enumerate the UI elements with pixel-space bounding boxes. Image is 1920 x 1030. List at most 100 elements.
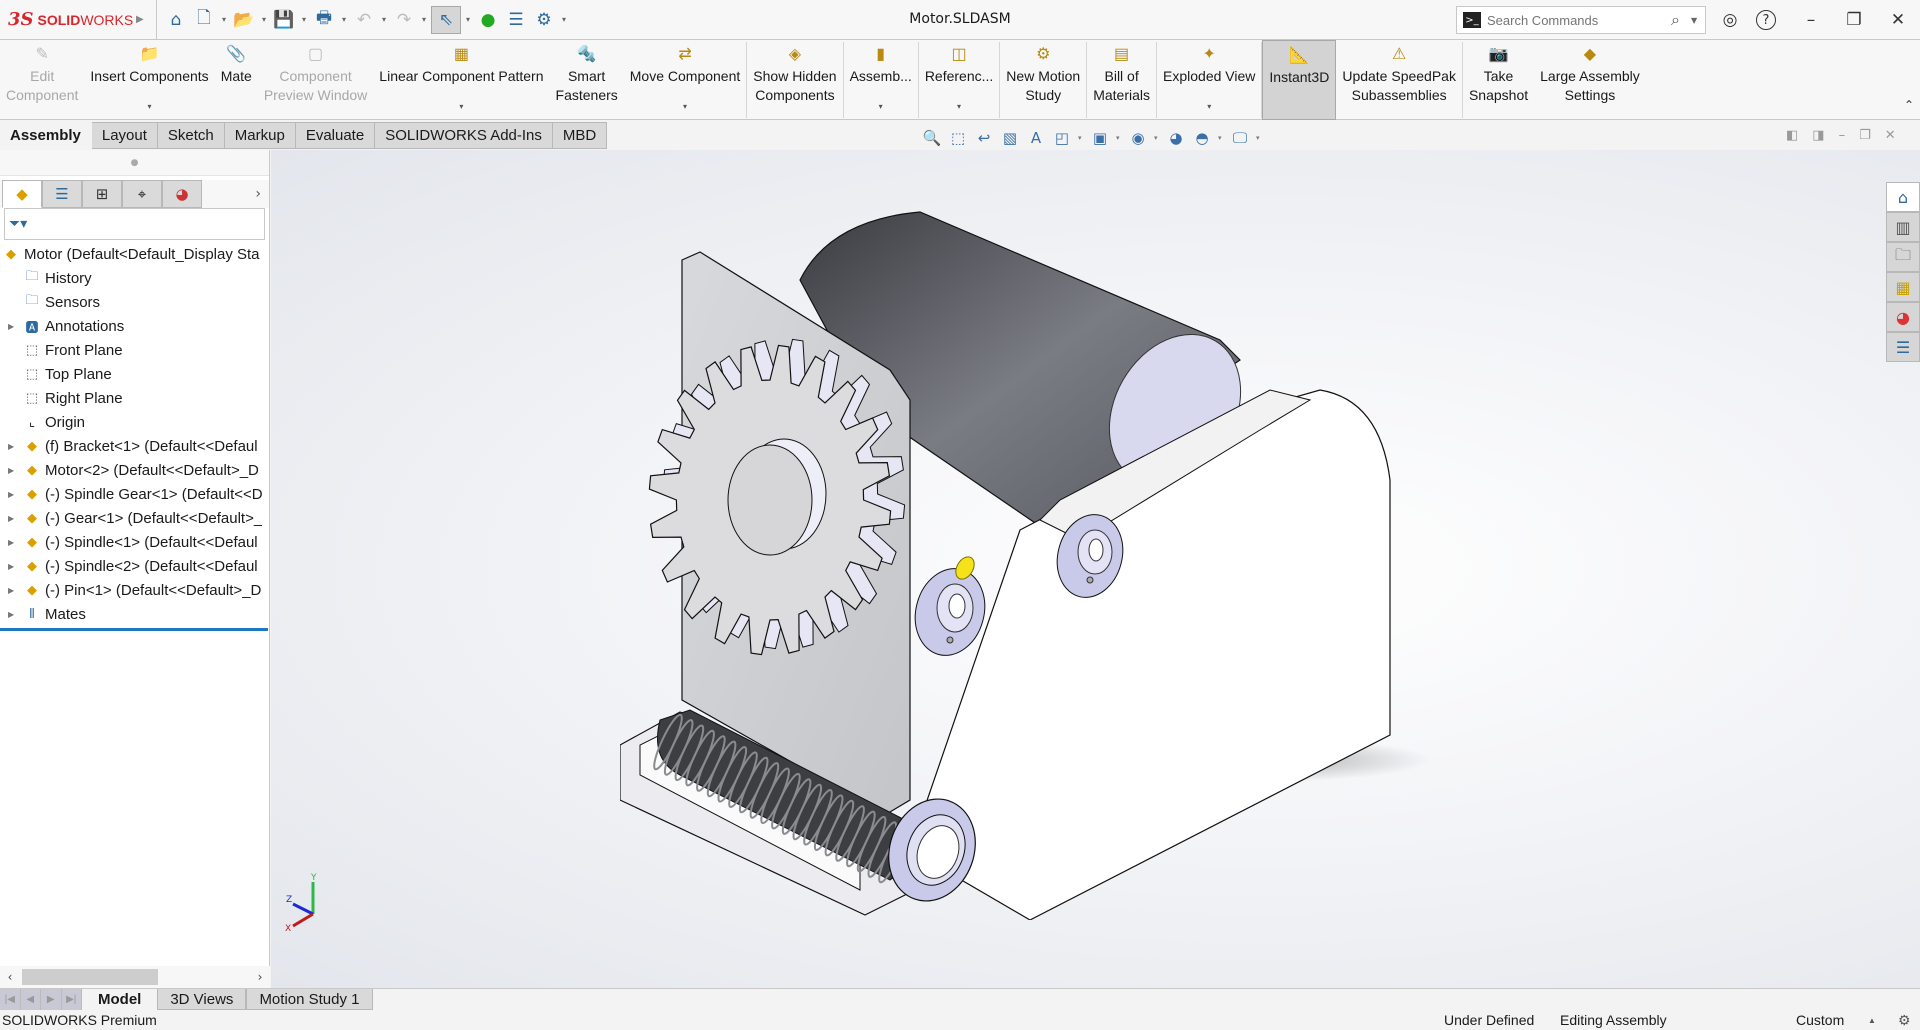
- print-dropdown-icon[interactable]: ▾: [339, 15, 349, 24]
- tab-markup[interactable]: Markup: [224, 122, 296, 149]
- expand-arrow-icon[interactable]: ▶: [8, 322, 20, 331]
- tile-left-icon[interactable]: ◧: [1786, 128, 1798, 143]
- help-icon[interactable]: ?: [1756, 10, 1776, 30]
- tree-item-history[interactable]: 🗀 History: [0, 266, 269, 290]
- tree-item-origin[interactable]: ⌞ Origin: [0, 410, 269, 434]
- task-pane-design-library[interactable]: ▥: [1886, 212, 1920, 242]
- chevron-down-icon[interactable]: ▼: [1691, 16, 1705, 25]
- linear-component-pattern-dropdown-icon[interactable]: ▾: [459, 97, 463, 116]
- tab-propertymanager[interactable]: ☰: [42, 180, 82, 208]
- save-dropdown-icon[interactable]: ▾: [299, 15, 309, 24]
- undo-button[interactable]: ↶: [351, 6, 377, 34]
- tab-assembly[interactable]: Assembly: [0, 122, 92, 149]
- insert-components-button[interactable]: 📁 Insert Components ▾: [84, 40, 214, 120]
- tree-item-gear-1-default-default[interactable]: ▶ ◆ (-) Gear<1> (Default<<Default>_: [0, 506, 269, 530]
- expand-arrow-icon[interactable]: ▶: [8, 538, 20, 547]
- move-component-button[interactable]: ⇄ Move Component ▾: [624, 40, 747, 120]
- search-input[interactable]: [1487, 12, 1671, 28]
- restore-viewport-icon[interactable]: ❐: [1859, 128, 1871, 143]
- new-document-dropdown-icon[interactable]: ▾: [219, 15, 229, 24]
- rebuild-button[interactable]: ●: [475, 6, 501, 34]
- tab-motion-study-1[interactable]: Motion Study 1: [246, 989, 373, 1010]
- tab-dimxpertmanager[interactable]: ⌖: [122, 180, 162, 208]
- tree-item-spindle-2-default-defaul[interactable]: ▶ ◆ (-) Spindle<2> (Default<<Defaul: [0, 554, 269, 578]
- tab-mbd[interactable]: MBD: [552, 122, 608, 149]
- assembly-features-button[interactable]: ▮ Assemb... ▾: [844, 40, 918, 120]
- motor-assembly-model[interactable]: [620, 200, 1480, 920]
- feature-tree-filter[interactable]: ⏷▾: [4, 208, 265, 240]
- minimize-viewport-icon[interactable]: –: [1839, 128, 1846, 143]
- search-commands[interactable]: >_ ⌕ ▼: [1456, 6, 1706, 34]
- bill-of-materials-button[interactable]: ▤ Bill of Materials: [1087, 40, 1156, 120]
- close-button[interactable]: ✕: [1884, 8, 1912, 32]
- smart-fasteners-button[interactable]: 🔩 Smart Fasteners: [550, 40, 624, 120]
- horizontal-scrollbar[interactable]: ‹ ›: [0, 966, 270, 988]
- filter-icon[interactable]: ⏷▾: [9, 216, 27, 232]
- edit-appearance-button[interactable]: ◕: [1166, 129, 1186, 147]
- section-view-button[interactable]: ▧: [1000, 129, 1020, 147]
- view-orientation-dropdown-icon[interactable]: ▾: [1078, 134, 1084, 142]
- task-pane-view-palette[interactable]: ▦: [1886, 272, 1920, 302]
- exploded-view-dropdown-icon[interactable]: ▾: [1207, 97, 1211, 116]
- tree-item-motor-2-default-default-d[interactable]: ▶ ◆ Motor<2> (Default<<Default>_D: [0, 458, 269, 482]
- chevron-right-icon[interactable]: ›: [255, 186, 261, 202]
- home-button[interactable]: ⌂: [163, 6, 189, 34]
- instant3d-button[interactable]: 📐 Instant3D: [1262, 40, 1337, 120]
- apply-scene-dropdown-icon[interactable]: ▾: [1218, 134, 1224, 142]
- unit-system[interactable]: Custom: [1796, 1012, 1844, 1028]
- previous-view-button[interactable]: ↩: [974, 129, 994, 147]
- expand-arrow-icon[interactable]: ▶: [8, 586, 20, 595]
- tab-featuremanager[interactable]: ◆: [2, 180, 42, 208]
- file-properties-button[interactable]: ☰: [503, 6, 529, 34]
- component-preview-window-button[interactable]: ▢ Component Preview Window: [258, 40, 373, 120]
- scroll-thumb[interactable]: [22, 969, 158, 985]
- print-button[interactable]: 🖶: [311, 6, 337, 34]
- menu-expand-arrow-icon[interactable]: ▶: [136, 14, 150, 25]
- view-settings-dropdown-icon[interactable]: ▾: [1256, 134, 1262, 142]
- apply-scene-button[interactable]: ◓: [1192, 129, 1212, 147]
- minimize-button[interactable]: –: [1797, 8, 1825, 32]
- mate-button[interactable]: 📎 Mate: [215, 40, 258, 120]
- new-motion-study-button[interactable]: ⚙ New Motion Study: [1000, 40, 1086, 120]
- expand-arrow-icon[interactable]: ▶: [8, 562, 20, 571]
- scroll-track[interactable]: [20, 969, 250, 985]
- ribbon-collapse-icon[interactable]: ⌃: [1904, 98, 1914, 112]
- display-style-dropdown-icon[interactable]: ▾: [1116, 134, 1122, 142]
- first-tab-icon[interactable]: |◀: [0, 989, 21, 1010]
- redo-button[interactable]: ↷: [391, 6, 417, 34]
- expand-arrow-icon[interactable]: ▶: [8, 490, 20, 499]
- view-orientation-button[interactable]: ◰: [1052, 129, 1072, 147]
- task-pane-custom-properties[interactable]: ☰: [1886, 332, 1920, 362]
- previous-tab-icon[interactable]: ◀: [21, 989, 41, 1010]
- open-dropdown-icon[interactable]: ▾: [259, 15, 269, 24]
- tab-solidworks-add-ins[interactable]: SOLIDWORKS Add-Ins: [375, 122, 553, 149]
- take-snapshot-button[interactable]: 📷 Take Snapshot: [1463, 40, 1534, 120]
- tree-item-spindle-gear-1-default-d[interactable]: ▶ ◆ (-) Spindle Gear<1> (Default<<D: [0, 482, 269, 506]
- exploded-view-button[interactable]: ✦ Exploded View ▾: [1157, 40, 1261, 120]
- reference-geometry-button[interactable]: ◫ Referenc... ▾: [919, 40, 999, 120]
- close-viewport-icon[interactable]: ✕: [1885, 128, 1896, 143]
- view-settings-button[interactable]: 🖵: [1230, 129, 1250, 147]
- task-pane-appearances-scenes[interactable]: ◕: [1886, 302, 1920, 332]
- tree-item-pin-1-default-default-d[interactable]: ▶ ◆ (-) Pin<1> (Default<<Default>_D: [0, 578, 269, 602]
- scroll-right-icon[interactable]: ›: [250, 970, 270, 984]
- linear-component-pattern-button[interactable]: ▦ Linear Component Pattern ▾: [373, 40, 549, 120]
- tree-item-annotations[interactable]: ▶ 🅰 Annotations: [0, 314, 269, 338]
- options-dropdown-icon[interactable]: ▾: [559, 15, 569, 24]
- dynamic-annotation-views-button[interactable]: A: [1026, 129, 1046, 147]
- move-component-dropdown-icon[interactable]: ▾: [683, 97, 687, 116]
- expand-arrow-icon[interactable]: ▶: [8, 466, 20, 475]
- tab-layout[interactable]: Layout: [91, 122, 158, 149]
- select-dropdown-icon[interactable]: ▾: [463, 15, 473, 24]
- insert-components-dropdown-icon[interactable]: ▾: [148, 97, 152, 116]
- tree-item-front-plane[interactable]: ⬚ Front Plane: [0, 338, 269, 362]
- display-style-button[interactable]: ▣: [1090, 129, 1110, 147]
- last-tab-icon[interactable]: ▶|: [62, 989, 82, 1010]
- panel-splitter-handle[interactable]: ●: [0, 150, 269, 176]
- next-tab-icon[interactable]: ▶: [41, 989, 62, 1010]
- update-speedpak-button[interactable]: ⚠ Update SpeedPak Subassemblies: [1336, 40, 1462, 120]
- assembly-features-dropdown-icon[interactable]: ▾: [879, 97, 883, 116]
- reference-geometry-dropdown-icon[interactable]: ▾: [957, 97, 961, 116]
- tab-sketch[interactable]: Sketch: [157, 122, 225, 149]
- tree-item-top-plane[interactable]: ⬚ Top Plane: [0, 362, 269, 386]
